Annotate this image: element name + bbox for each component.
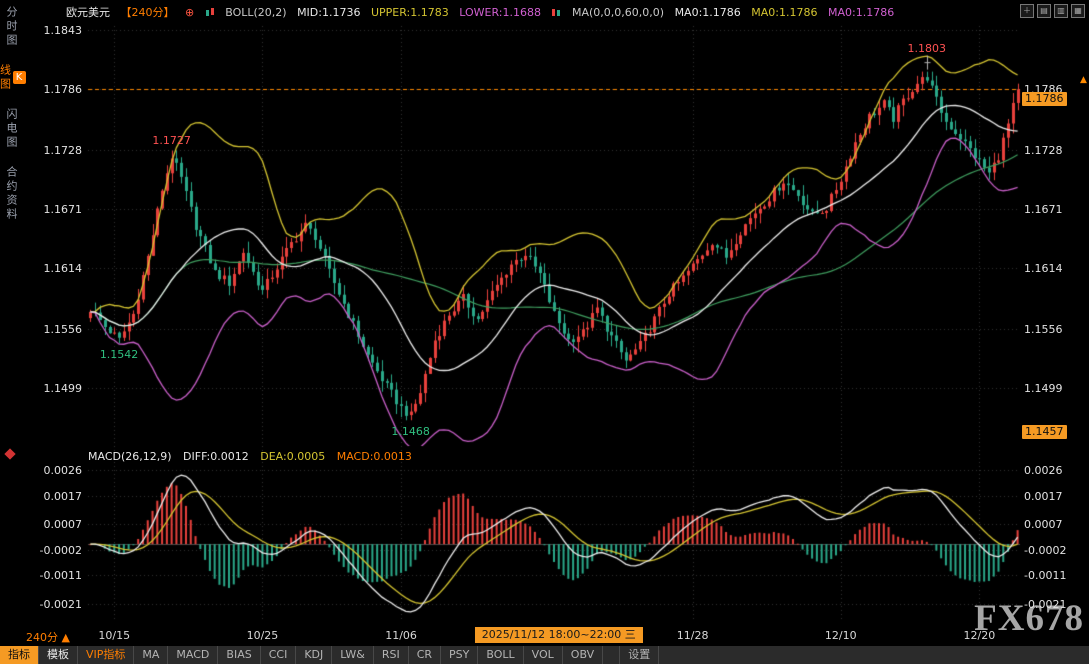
window-control-icon-2[interactable]: ▤ [1037, 4, 1051, 18]
ma-value-2: MA0:1.1786 [751, 6, 817, 19]
toolbar-item-12[interactable]: PSY [441, 646, 478, 664]
boll-upper-value: UPPER:1.1783 [371, 6, 449, 19]
indicator-toolbar: 指标模板VIP指标MAMACDBIASCCIKDJLW&RSICRPSYBOLL… [0, 646, 1089, 664]
window-control-icon-1[interactable]: ＋ [1020, 4, 1034, 18]
toolbar-item-6[interactable]: BIAS [218, 646, 260, 664]
toolbar-item-1[interactable]: 指标 [0, 646, 39, 664]
chart-type-rail: 分时图K线图闪电图合约资料 [0, 6, 22, 222]
ma-value-3: MA0:1.1786 [828, 6, 894, 19]
trading-terminal: 欧元美元 【240分】 ⊕ BOLL(20,2) MID:1.1736 UPPE… [0, 0, 1089, 664]
macd-diff-value: DIFF:0.0012 [183, 450, 249, 463]
rail-tab-label: 闪电图 [3, 108, 19, 150]
ma-value-1: MA0:1.1786 [675, 6, 741, 19]
rail-tab-lightning[interactable]: 闪电图 [3, 108, 19, 150]
watermark: FX678 [974, 597, 1084, 640]
rail-tab-label: 线图 [0, 64, 13, 92]
period-indicator[interactable]: 240分 ▲ [26, 629, 70, 645]
window-control-icon-3[interactable]: ▥ [1054, 4, 1068, 18]
toolbar-item-4[interactable]: MA [134, 646, 168, 664]
boll-label: BOLL(20,2) [225, 6, 286, 19]
toolbar-item-15[interactable]: OBV [563, 646, 603, 664]
rail-tab-contract-info[interactable]: 合约资料 [3, 166, 19, 222]
period-tag[interactable]: 【240分】 [121, 6, 175, 19]
boll-mid-value: MID:1.1736 [297, 6, 360, 19]
macd-dea-value: DEA:0.0005 [260, 450, 325, 463]
toolbar-item-16[interactable]: 设置 [619, 646, 659, 664]
rail-tab-label: 分时图 [3, 6, 19, 48]
toolbar-item-11[interactable]: CR [409, 646, 441, 664]
toolbar-item-8[interactable]: KDJ [296, 646, 332, 664]
up-arrow-icon: ▲ [62, 631, 70, 644]
rail-tab-label: 合约资料 [3, 166, 19, 222]
symbol-name: 欧元美元 [66, 6, 110, 19]
window-control-icon-4[interactable]: ▦ [1071, 4, 1085, 18]
circle-plus-icon[interactable]: ⊕ [185, 6, 194, 19]
toolbar-item-9[interactable]: LW& [332, 646, 374, 664]
toolbar-item-5[interactable]: MACD [168, 646, 218, 664]
toolbar-item-2[interactable]: 模板 [39, 646, 78, 664]
window-controls: ＋▤▥▦ [1020, 4, 1085, 18]
toolbar-item-13[interactable]: BOLL [478, 646, 523, 664]
toolbar-item-10[interactable]: RSI [374, 646, 409, 664]
toolbar-item-14[interactable]: VOL [524, 646, 563, 664]
macd-header: MACD(26,12,9) DIFF:0.0012 DEA:0.0005 MAC… [88, 450, 420, 463]
ma-label: MA(0,0,0,60,0,0) [572, 6, 664, 19]
rail-tab-kline[interactable]: K线图 [0, 64, 26, 92]
rail-tab-timeshare[interactable]: 分时图 [3, 6, 19, 48]
candlestick-icon [205, 7, 215, 18]
period-indicator-label: 240分 [26, 631, 58, 644]
macd-title: MACD(26,12,9) [88, 450, 172, 463]
price-chart-canvas[interactable] [0, 0, 1089, 664]
macd-macd-value: MACD:0.0013 [337, 450, 412, 463]
toolbar-item-3[interactable]: VIP指标 [78, 646, 134, 664]
toolbar-item-7[interactable]: CCI [261, 646, 297, 664]
boll-lower-value: LOWER:1.1688 [459, 6, 541, 19]
chart-header: 欧元美元 【240分】 ⊕ BOLL(20,2) MID:1.1736 UPPE… [66, 4, 901, 20]
k-badge-icon: K [13, 71, 26, 84]
candlestick-icon [551, 7, 561, 18]
